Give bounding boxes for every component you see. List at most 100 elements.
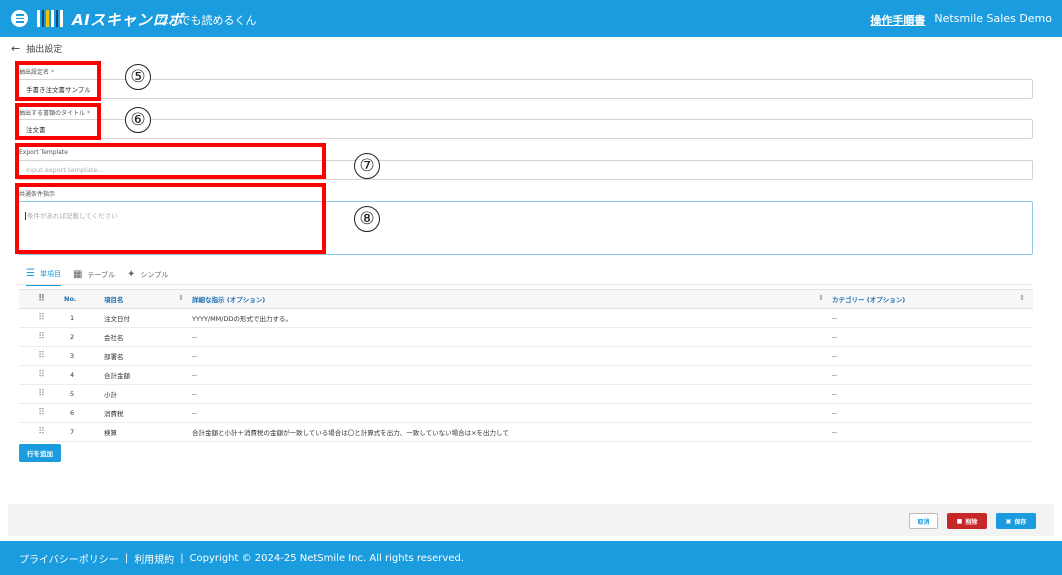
- doc-title-input[interactable]: 注文書: [17, 119, 1033, 139]
- name-input[interactable]: 手書き注文書サンプル: [17, 79, 1033, 99]
- col-header-category[interactable]: カテゴリー (オプション) ⇕: [832, 289, 1033, 309]
- col-header-detail[interactable]: 詳細な指示 (オプション) ⇕: [192, 289, 832, 309]
- action-bar: [8, 504, 1054, 536]
- add-row-button[interactable]: 行を追加: [19, 444, 61, 462]
- footer-separator: |: [180, 552, 184, 564]
- table-row[interactable]: ⠿ 4 合計金額 -- --: [19, 365, 1033, 385]
- table-row[interactable]: ⠿ 2 会社名 -- --: [19, 327, 1033, 347]
- col-header-detail-text: 詳細な指示 (オプション): [192, 296, 266, 304]
- row-category[interactable]: --: [832, 365, 1033, 385]
- app-root: AIスキャンロボ なんでも読めるくん 操作手順書 Netsmile Sales …: [0, 0, 1062, 575]
- floppy-disk-icon: ▣: [1005, 517, 1012, 525]
- tab-table-label: テーブル: [87, 270, 116, 279]
- row-category[interactable]: --: [832, 327, 1033, 347]
- tab-single-item-label: 単項目: [39, 269, 61, 278]
- sort-icon[interactable]: ⇕: [1019, 294, 1025, 302]
- drag-handle-icon[interactable]: ⠿: [19, 403, 64, 423]
- row-number: 3: [64, 346, 104, 366]
- col-header-no: No.: [64, 289, 104, 309]
- tab-simple-label: シンプル: [140, 270, 169, 279]
- row-item-name[interactable]: 注文日付: [104, 308, 192, 328]
- row-detail[interactable]: --: [192, 365, 832, 385]
- sparkle-icon: ✦: [127, 269, 136, 280]
- row-number: 7: [64, 422, 104, 442]
- row-number: 4: [64, 365, 104, 385]
- annotation-box-5: [15, 61, 101, 101]
- top-header: AIスキャンロボ なんでも読めるくん 操作手順書 Netsmile Sales …: [0, 0, 1062, 37]
- manual-link[interactable]: 操作手順書: [870, 12, 925, 28]
- table-row[interactable]: ⠿ 5 小計 -- --: [19, 384, 1033, 404]
- copyright-text: Copyright © 2024-25 NetSmile Inc. All ri…: [189, 552, 464, 564]
- row-item-name[interactable]: 部署名: [104, 346, 192, 366]
- annotation-box-7: [15, 143, 326, 179]
- annotation-number-5: ⑤: [125, 64, 151, 90]
- row-category[interactable]: --: [832, 346, 1033, 366]
- annotation-number-7: ⑦: [354, 153, 380, 179]
- col-header-category-text: カテゴリー (オプション): [832, 296, 906, 304]
- table-row[interactable]: ⠿ 7 検算 合計金額と小計＋消費税の金額が一致している場合は〇と計算式を出力、一致し…: [19, 422, 1033, 442]
- items-table: ⠿ No. 項目名 ⇕ 詳細な指示 (オプション) ⇕ カテゴリー (オプション) ⇕…: [19, 289, 1033, 442]
- drag-handle-icon[interactable]: ⠿: [19, 384, 64, 404]
- header-right: 操作手順書 Netsmile Sales Demo: [870, 12, 1052, 28]
- col-header-name-text: 項目名: [104, 296, 124, 304]
- table-row[interactable]: ⠿ 6 消費税 -- --: [19, 403, 1033, 423]
- drag-handle-icon[interactable]: ⠿: [19, 308, 64, 328]
- row-number: 6: [64, 403, 104, 423]
- row-detail[interactable]: 合計金額と小計＋消費税の金額が一致している場合は〇と計算式を出力、一致していない…: [192, 422, 832, 442]
- drag-handle-icon[interactable]: ⠿: [19, 327, 64, 347]
- delete-button[interactable]: ■ 削除: [947, 513, 987, 529]
- row-item-name[interactable]: 合計金額: [104, 365, 192, 385]
- row-detail[interactable]: --: [192, 346, 832, 366]
- tabs-divider: [17, 284, 1033, 285]
- row-detail[interactable]: --: [192, 384, 832, 404]
- logo-mark-icon: [37, 10, 63, 27]
- row-item-name[interactable]: 検算: [104, 422, 192, 442]
- table-row[interactable]: ⠿ 3 部署名 -- --: [19, 346, 1033, 366]
- footer: プライバシーポリシー | 利用規約 | Copyright © 2024-25 …: [0, 541, 1062, 575]
- row-item-name[interactable]: 消費税: [104, 403, 192, 423]
- delete-button-label: 削除: [965, 518, 978, 526]
- annotation-number-6: ⑥: [125, 107, 151, 133]
- col-header-name[interactable]: 項目名 ⇕: [104, 289, 192, 309]
- back-arrow-icon[interactable]: ←: [11, 42, 20, 55]
- table-body: ⠿ 1 注文日付 YYYY/MM/DDの形式で出力する。 -- ⠿ 2 会社名 -- -- ⠿ 3 部署…: [19, 308, 1033, 442]
- row-category[interactable]: --: [832, 422, 1033, 442]
- row-detail[interactable]: --: [192, 403, 832, 423]
- menu-icon[interactable]: [11, 10, 28, 27]
- sort-icon[interactable]: ⇕: [178, 294, 184, 302]
- list-icon: ☰: [26, 268, 35, 279]
- page-title: 抽出設定: [26, 45, 63, 55]
- save-button[interactable]: ▣ 保存: [996, 513, 1036, 529]
- terms-link[interactable]: 利用規約: [134, 551, 174, 566]
- row-number: 1: [64, 308, 104, 328]
- drag-handle-icon[interactable]: ⠿: [19, 422, 64, 442]
- row-category[interactable]: --: [832, 384, 1033, 404]
- row-number: 5: [64, 384, 104, 404]
- breadcrumb: ← 抽出設定: [11, 42, 62, 55]
- table-header-row: ⠿ No. 項目名 ⇕ 詳細な指示 (オプション) ⇕ カテゴリー (オプション) ⇕: [19, 289, 1033, 309]
- row-item-name[interactable]: 小計: [104, 384, 192, 404]
- drag-handle-icon[interactable]: ⠿: [19, 346, 64, 366]
- account-name[interactable]: Netsmile Sales Demo: [934, 12, 1052, 28]
- annotation-box-8: [15, 183, 326, 254]
- cancel-button[interactable]: 取消: [909, 513, 938, 529]
- annotation-box-6: [15, 103, 101, 140]
- footer-separator: |: [124, 552, 129, 564]
- sort-icon[interactable]: ⇕: [818, 294, 824, 302]
- table-row[interactable]: ⠿ 1 注文日付 YYYY/MM/DDの形式で出力する。 --: [19, 308, 1033, 328]
- drag-handle-icon[interactable]: ⠿: [19, 365, 64, 385]
- table-icon: ▦: [72, 269, 83, 280]
- row-number: 2: [64, 327, 104, 347]
- trash-icon: ■: [956, 517, 963, 525]
- annotation-number-8: ⑧: [354, 206, 380, 232]
- row-item-name[interactable]: 会社名: [104, 327, 192, 347]
- privacy-link[interactable]: プライバシーポリシー: [19, 551, 119, 566]
- drag-header-icon: ⠿: [19, 289, 64, 309]
- row-detail[interactable]: YYYY/MM/DDの形式で出力する。: [192, 308, 832, 328]
- row-detail[interactable]: --: [192, 327, 832, 347]
- cancel-button-label: 取消: [917, 518, 930, 526]
- row-category[interactable]: --: [832, 308, 1033, 328]
- save-button-label: 保存: [1014, 518, 1027, 526]
- logo-subtitle: なんでも読めるくん: [158, 14, 257, 27]
- row-category[interactable]: --: [832, 403, 1033, 423]
